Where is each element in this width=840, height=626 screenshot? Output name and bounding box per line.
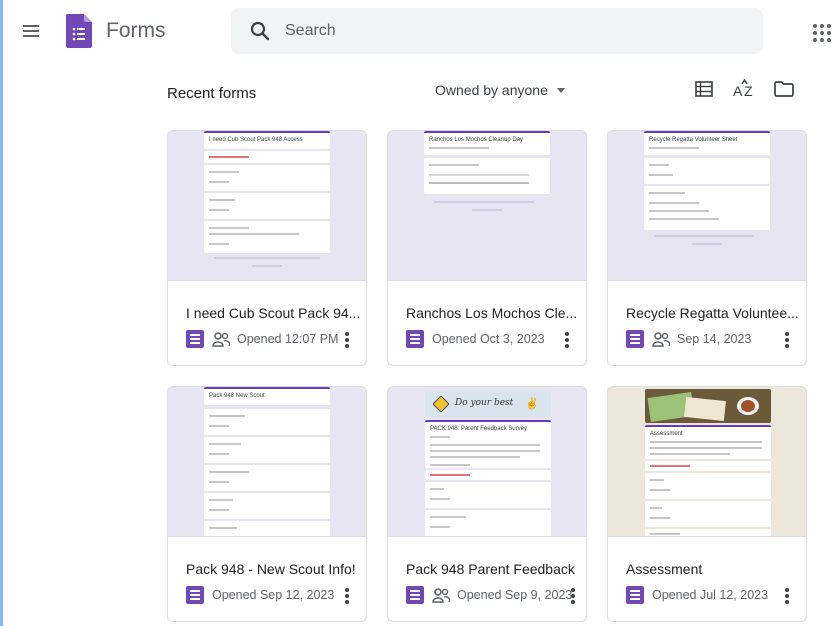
form-meta: Opened Jul 12, 2023: [626, 586, 768, 604]
more-options-icon[interactable]: [342, 586, 352, 606]
form-thumbnail: Recycle Regatta Volunteer Sheet: [608, 131, 806, 281]
forms-icon: [406, 330, 424, 348]
last-opened: Opened Oct 3, 2023: [432, 332, 545, 346]
form-thumbnail: I need Cub Scout Pack 948 Access: [168, 131, 366, 281]
owner-filter-label: Owned by anyone: [435, 82, 548, 98]
apps-grid-icon[interactable]: [811, 22, 833, 44]
forms-icon: [186, 586, 204, 604]
more-options-icon[interactable]: [568, 586, 578, 606]
form-meta: Opened Sep 12, 2023: [186, 586, 334, 604]
form-meta: Opened 12:07 PM: [186, 330, 338, 348]
forms-icon: [406, 586, 424, 604]
folder-icon[interactable]: [771, 76, 797, 102]
shared-people-icon: [212, 332, 230, 347]
section-title: Recent forms: [167, 85, 257, 102]
shared-people-icon: [652, 332, 670, 347]
window-edge: [0, 0, 3, 626]
thumbnail-title: Ranchos Los Mochos Cleanup Day: [429, 137, 524, 143]
thumbnail-title: Assessment: [650, 431, 683, 437]
form-thumbnail: Do your best ✌ PACK 948: Parent Feedback…: [388, 387, 586, 537]
thumbnail-title: Pack 948 New Scout: [209, 393, 265, 399]
banner-text: Do your best: [455, 398, 514, 408]
form-card[interactable]: I need Cub Scout Pack 948 Access I need …: [167, 130, 367, 366]
form-title[interactable]: Pack 948 - New Scout Info!: [186, 561, 366, 577]
forms-icon: [626, 330, 644, 348]
list-view-icon[interactable]: [691, 76, 717, 102]
more-options-icon[interactable]: [782, 586, 792, 606]
form-thumbnail: Ranchos Los Mochos Cleanup Day: [388, 131, 586, 281]
forms-icon: [626, 586, 644, 604]
form-card[interactable]: Assessment Assessment Opened Jul 12, 202…: [607, 386, 807, 622]
form-title[interactable]: Pack 948 Parent Feedback: [406, 561, 586, 577]
form-title[interactable]: Ranchos Los Mochos Cle...: [406, 305, 586, 321]
thumbnail-title: Recycle Regatta Volunteer Sheet: [649, 137, 738, 143]
form-meta: Sep 14, 2023: [626, 330, 751, 348]
svg-text:Z: Z: [744, 83, 753, 99]
search-icon[interactable]: [249, 20, 271, 42]
banner-image: Do your best ✌: [425, 391, 551, 417]
last-opened: Sep 14, 2023: [677, 332, 752, 346]
sort-az-icon[interactable]: A Z: [731, 76, 757, 102]
chevron-down-icon: [556, 88, 565, 93]
form-thumbnail: Assessment: [608, 387, 806, 537]
main-menu-button[interactable]: [22, 22, 42, 42]
app-title[interactable]: Forms: [106, 19, 166, 43]
thumbnail-title: PACK 948: Parent Feedback Survey: [430, 426, 527, 432]
form-meta: Opened Sep 9, 2023: [406, 586, 572, 604]
form-meta: Opened Oct 3, 2023: [406, 330, 545, 348]
form-title[interactable]: Assessment: [626, 561, 806, 577]
owner-filter-dropdown[interactable]: Owned by anyone: [435, 81, 565, 99]
form-card[interactable]: Recycle Regatta Volunteer Sheet Recycle …: [607, 130, 807, 366]
more-options-icon[interactable]: [562, 330, 572, 350]
form-card[interactable]: Do your best ✌ PACK 948: Parent Feedback…: [387, 386, 587, 622]
forms-logo-icon[interactable]: [66, 14, 92, 48]
last-opened: Opened Jul 12, 2023: [652, 588, 769, 602]
form-card[interactable]: Pack 948 New Scout Pack 948 - New Scout …: [167, 386, 367, 622]
shared-people-icon: [432, 588, 450, 603]
svg-text:A: A: [733, 83, 743, 99]
search-bar[interactable]: [231, 8, 763, 54]
form-title[interactable]: I need Cub Scout Pack 94...: [186, 305, 366, 321]
app-header: Forms: [0, 0, 840, 64]
last-opened: Opened Sep 12, 2023: [212, 588, 335, 602]
form-thumbnail: Pack 948 New Scout: [168, 387, 366, 537]
last-opened: Opened Sep 9, 2023: [457, 588, 573, 602]
hand-icon: ✌: [525, 398, 539, 410]
badge-icon: [433, 396, 449, 412]
form-card[interactable]: Ranchos Los Mochos Cleanup Day Ranchos L…: [387, 130, 587, 366]
forms-icon: [186, 330, 204, 348]
banner-image: [645, 389, 771, 423]
more-options-icon[interactable]: [342, 330, 352, 350]
thumbnail-title: I need Cub Scout Pack 948 Access: [209, 137, 303, 143]
more-options-icon[interactable]: [782, 330, 792, 350]
last-opened: Opened 12:07 PM: [237, 332, 339, 346]
form-title[interactable]: Recycle Regatta Voluntee...: [626, 305, 806, 321]
search-input[interactable]: [285, 8, 745, 54]
